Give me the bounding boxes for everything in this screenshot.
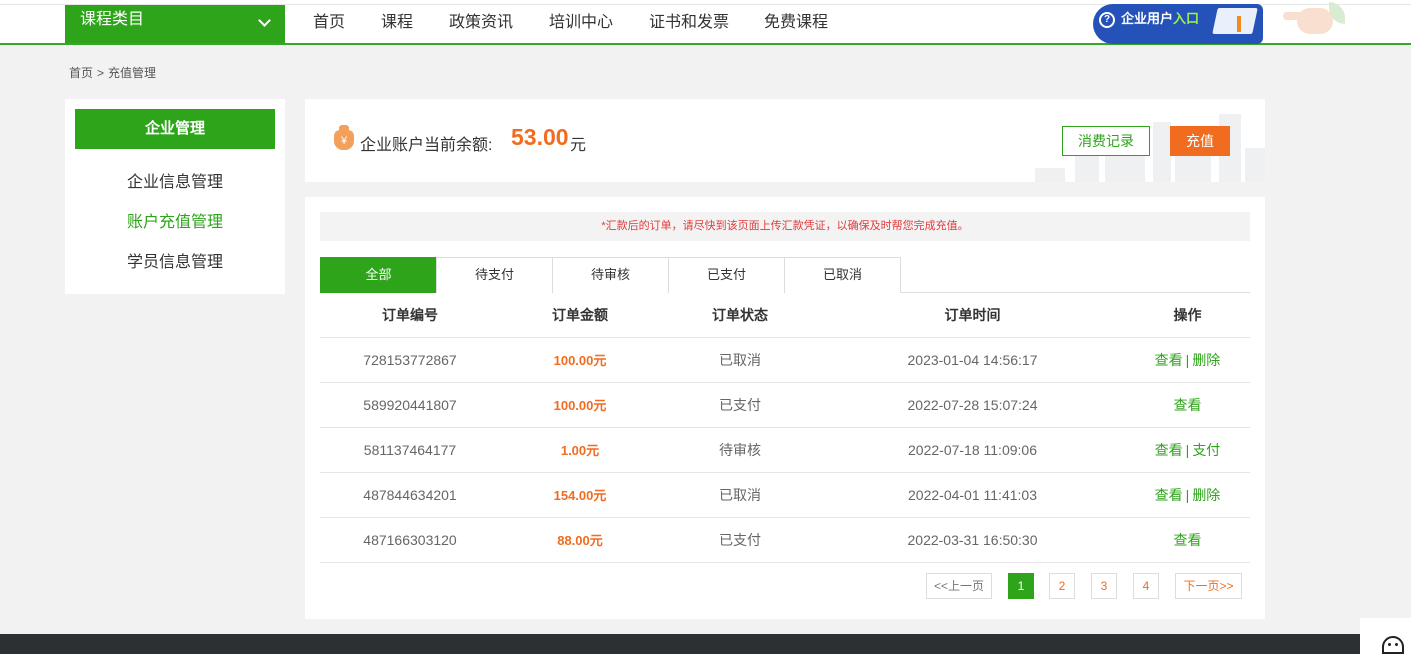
delete-link[interactable]: 删除 xyxy=(1192,487,1220,503)
order-status: 待审核 xyxy=(719,442,761,458)
order-time: 2022-03-31 16:50:30 xyxy=(907,532,1038,548)
breadcrumb-current: 充值管理 xyxy=(108,66,157,80)
order-status-tabs: 全部 待支付 待审核 已支付 已取消 xyxy=(320,257,1250,293)
view-link[interactable]: 查看 xyxy=(1174,397,1202,413)
order-status: 已支付 xyxy=(719,397,761,413)
tab-cancelled[interactable]: 已取消 xyxy=(784,257,901,293)
order-amount: 100.00元 xyxy=(553,398,607,413)
table-row: 589920441807 100.00元 已支付 2022-07-28 15:0… xyxy=(320,383,1250,428)
order-actions: 查看 | 支付 xyxy=(1125,428,1250,473)
table-row: 487844634201 154.00元 已取消 2022-04-01 11:4… xyxy=(320,473,1250,518)
balance-label: 企业账户当前余额: xyxy=(360,137,493,154)
action-separator: | xyxy=(1185,352,1190,368)
order-actions: 查看 | 删除 xyxy=(1125,338,1250,383)
tab-paid[interactable]: 已支付 xyxy=(668,257,785,293)
view-link[interactable]: 查看 xyxy=(1174,532,1202,548)
customer-service-icon xyxy=(1382,636,1404,654)
sidebar-title: 企业管理 xyxy=(75,109,275,149)
header-actions: 操作 xyxy=(1173,307,1202,323)
enterprise-login-banner[interactable]: ? 企业用户入口 xyxy=(1093,4,1263,44)
header-order-amount: 订单金额 xyxy=(552,307,608,323)
tab-pending-review[interactable]: 待审核 xyxy=(552,257,669,293)
enterprise-icon: ? xyxy=(1099,12,1115,28)
balance-amount: 53.00 xyxy=(511,124,569,150)
order-id: 589920441807 xyxy=(363,397,457,413)
pay-link[interactable]: 支付 xyxy=(1192,442,1220,458)
consumption-records-button[interactable]: 消费记录 xyxy=(1062,126,1150,156)
order-actions: 查看 | 删除 xyxy=(1125,473,1250,518)
tab-pending-payment[interactable]: 待支付 xyxy=(436,257,553,293)
action-separator: | xyxy=(1185,487,1190,503)
course-category-dropdown[interactable]: 课程类目 xyxy=(65,5,285,43)
chevron-down-icon xyxy=(258,14,271,27)
course-category-label: 课程类目 xyxy=(80,11,145,28)
book-illustration-icon xyxy=(1212,8,1258,34)
order-actions: 查看 xyxy=(1125,383,1250,428)
pagination-page-2[interactable]: 2 xyxy=(1049,573,1075,599)
money-bag-icon: ¥ xyxy=(334,125,354,150)
order-amount: 88.00元 xyxy=(557,533,603,548)
order-actions: 查看 xyxy=(1125,518,1250,563)
top-navigation: 课程类目 首页 课程 政策资讯 培训中心 证书和发票 免费课程 ? 企业用户入口 xyxy=(0,0,1411,45)
order-amount: 100.00元 xyxy=(553,353,607,368)
breadcrumb-separator: > xyxy=(97,66,105,80)
enterprise-entry-accent: 入口 xyxy=(1173,11,1200,26)
remittance-notice: *汇款后的订单，请尽快到该页面上传汇款凭证，以确保及时帮您完成充值。 xyxy=(320,212,1250,241)
table-row: 581137464177 1.00元 待审核 2022-07-18 11:09:… xyxy=(320,428,1250,473)
sidebar-item-student-info[interactable]: 学员信息管理 xyxy=(65,248,285,272)
order-status: 已支付 xyxy=(719,532,761,548)
nav-policy-news[interactable]: 政策资讯 xyxy=(449,8,513,32)
order-time: 2023-01-04 14:56:17 xyxy=(907,352,1038,368)
balance-card: ¥ 企业账户当前余额: 53.00 元 消费记录 充值 xyxy=(305,99,1265,182)
order-amount: 1.00元 xyxy=(560,443,600,458)
delete-link[interactable]: 删除 xyxy=(1192,352,1220,368)
order-id: 581137464177 xyxy=(363,442,457,458)
sidebar: 企业管理 企业信息管理 账户充值管理 学员信息管理 xyxy=(65,99,285,294)
tab-all[interactable]: 全部 xyxy=(320,257,437,293)
table-row: 487166303120 88.00元 已支付 2022-03-31 16:50… xyxy=(320,518,1250,563)
recharge-button[interactable]: 充值 xyxy=(1170,126,1230,156)
order-status: 已取消 xyxy=(719,352,761,368)
pagination-page-3[interactable]: 3 xyxy=(1091,573,1117,599)
order-time: 2022-07-28 15:07:24 xyxy=(907,397,1038,413)
sidebar-item-enterprise-info[interactable]: 企业信息管理 xyxy=(65,168,285,192)
balance-unit: 元 xyxy=(570,137,587,154)
view-link[interactable]: 查看 xyxy=(1155,352,1183,368)
action-separator: | xyxy=(1185,442,1190,458)
pagination-next-button[interactable]: 下一页>> xyxy=(1175,573,1242,599)
sidebar-item-account-recharge[interactable]: 账户充值管理 xyxy=(65,208,285,232)
breadcrumb: 首页 > 充值管理 xyxy=(69,64,156,81)
pointing-hand-icon xyxy=(1283,2,1345,34)
view-link[interactable]: 查看 xyxy=(1155,442,1183,458)
order-id: 487166303120 xyxy=(363,532,457,548)
customer-service-button[interactable] xyxy=(1360,618,1411,654)
order-id: 487844634201 xyxy=(363,487,457,503)
pagination-prev-button[interactable]: <<上一页 xyxy=(926,573,992,599)
header-order-id: 订单编号 xyxy=(382,307,438,323)
order-time: 2022-04-01 11:41:03 xyxy=(908,487,1037,503)
order-id: 728153772867 xyxy=(363,352,457,368)
nav-courses[interactable]: 课程 xyxy=(381,8,413,32)
table-header: 订单编号 订单金额 订单状态 订单时间 操作 xyxy=(320,293,1250,338)
view-link[interactable]: 查看 xyxy=(1155,487,1183,503)
page-footer xyxy=(0,634,1411,654)
pagination-page-1[interactable]: 1 xyxy=(1008,573,1034,599)
person-illustration-icon xyxy=(1237,16,1241,32)
header-order-status: 订单状态 xyxy=(712,307,768,323)
table-row: 728153772867 100.00元 已取消 2023-01-04 14:5… xyxy=(320,338,1250,383)
order-time: 2022-07-18 11:09:06 xyxy=(908,442,1037,458)
breadcrumb-home[interactable]: 首页 xyxy=(69,66,93,80)
enterprise-entry-prefix: 企业用户 xyxy=(1121,11,1174,26)
nav-certificates-invoices[interactable]: 证书和发票 xyxy=(649,8,729,32)
nav-home[interactable]: 首页 xyxy=(313,8,345,32)
nav-training-center[interactable]: 培训中心 xyxy=(549,8,613,32)
header-order-time: 订单时间 xyxy=(944,307,1001,323)
order-status: 已取消 xyxy=(719,487,761,503)
orders-panel: *汇款后的订单，请尽快到该页面上传汇款凭证，以确保及时帮您完成充值。 全部 待支… xyxy=(305,197,1265,619)
pagination-page-4[interactable]: 4 xyxy=(1133,573,1159,599)
nav-free-courses[interactable]: 免费课程 xyxy=(764,8,828,32)
order-amount: 154.00元 xyxy=(553,488,607,503)
